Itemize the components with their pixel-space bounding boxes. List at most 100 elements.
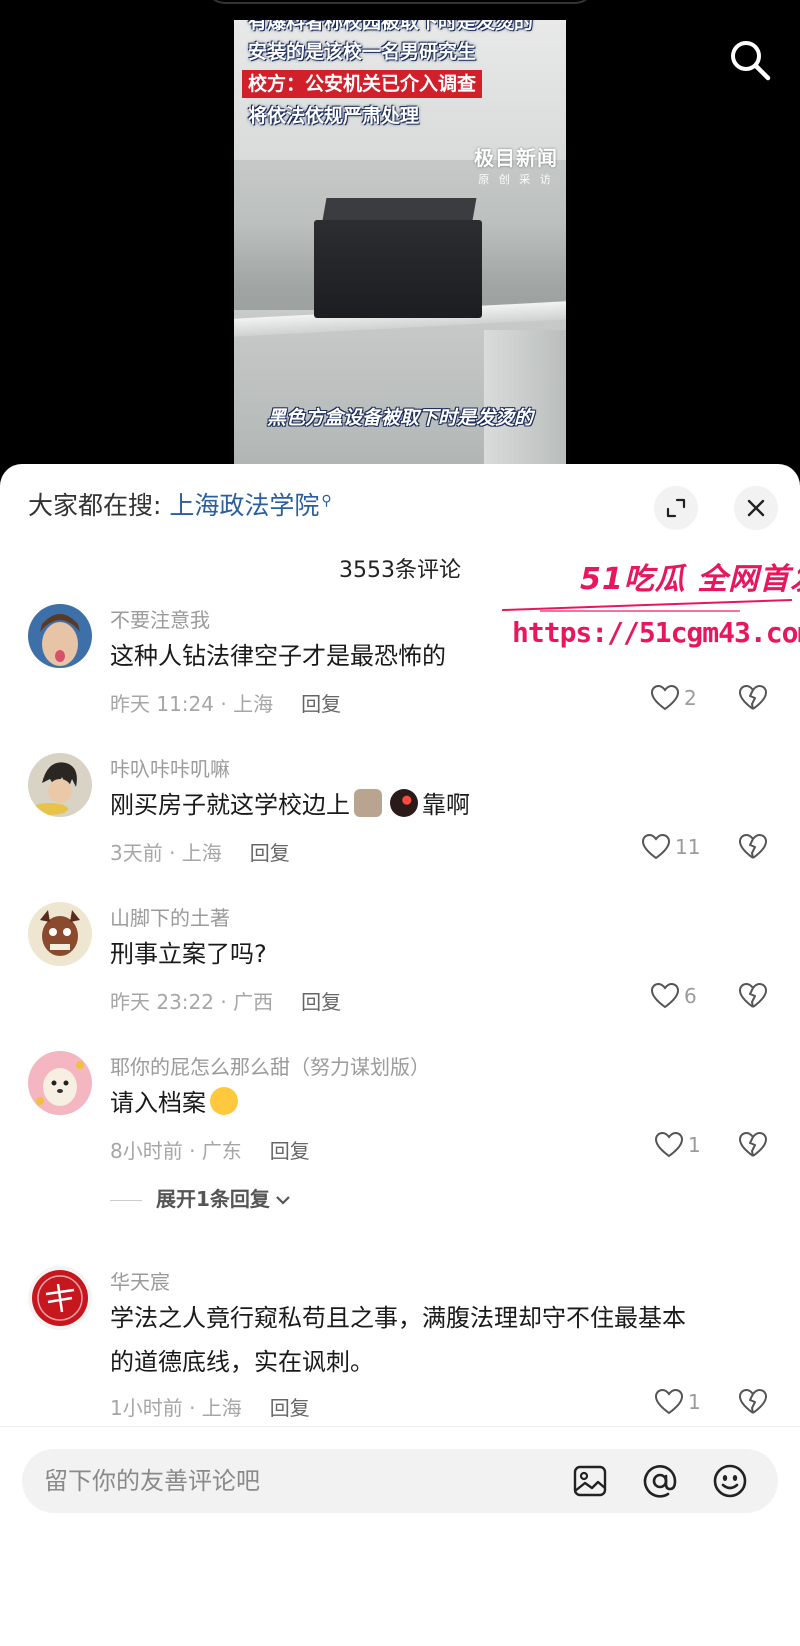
comment-text-part-1: 请入档案 bbox=[110, 1089, 206, 1117]
expand-replies-button[interactable]: 展开1条回复 bbox=[110, 1183, 292, 1212]
comment-input[interactable]: 留下你的友善评论吧 bbox=[22, 1449, 778, 1513]
avatar[interactable] bbox=[28, 1051, 92, 1115]
comment-username[interactable]: 耶你的屁怎么那么甜（努力谋划版） bbox=[110, 1051, 430, 1080]
like-button[interactable]: 6 bbox=[650, 982, 697, 1010]
wolf-emoji-icon bbox=[354, 789, 382, 817]
like-count: 2 bbox=[684, 686, 697, 710]
broken-heart-icon bbox=[739, 1132, 767, 1157]
dislike-button[interactable] bbox=[738, 833, 768, 865]
reply-button[interactable]: 回复 bbox=[250, 841, 290, 865]
comment-text-part-1: 刚买房子就这学校边上 bbox=[110, 791, 350, 819]
news-brand-logo: 极目新闻 原 创 采 访 bbox=[474, 142, 558, 187]
trending-search[interactable]: 大家都在搜: 上海政法学院 ⚲ bbox=[28, 486, 332, 522]
like-count: 1 bbox=[688, 1390, 701, 1414]
close-button[interactable] bbox=[734, 486, 778, 530]
at-sign-icon bbox=[643, 1465, 677, 1498]
black-box-device bbox=[314, 190, 482, 318]
avatar[interactable] bbox=[28, 1266, 92, 1330]
watermark: 51吃瓜 全网首发 https://51cgm43.com bbox=[500, 554, 800, 664]
dislike-button[interactable] bbox=[738, 684, 768, 716]
video-caption-1: 有爆料者称校园被取下时是发烫的 bbox=[248, 20, 534, 33]
comment-input-placeholder: 留下你的友善评论吧 bbox=[44, 1467, 260, 1495]
comment-meta: 3天前 · 上海 回复 bbox=[110, 837, 290, 866]
comment-text-line-2: 的道德底线，实在讽刺。 bbox=[110, 1348, 374, 1376]
news-brand-sub: 原 创 采 访 bbox=[478, 173, 554, 186]
like-button[interactable]: 1 bbox=[654, 1388, 701, 1416]
dislike-button[interactable] bbox=[738, 982, 768, 1014]
comment-meta: 昨天 23:22 · 广西 回复 bbox=[110, 986, 341, 1015]
like-count: 1 bbox=[688, 1133, 701, 1157]
comment-meta: 8小时前 · 广东 回复 bbox=[110, 1135, 310, 1164]
reply-button[interactable]: 回复 bbox=[301, 692, 341, 716]
broken-heart-icon bbox=[739, 834, 767, 859]
comment-time-location: 1小时前 · 上海 bbox=[110, 1396, 242, 1420]
video-player[interactable]: 有爆料者称校园被取下时是发烫的 安装的是该校一名男研究生 校方：公安机关已介入调… bbox=[0, 0, 800, 470]
news-brand-name: 极目新闻 bbox=[474, 146, 558, 170]
video-bottom-caption: 黑色方盒设备被取下时是发烫的 bbox=[266, 407, 533, 429]
comment-time-location: 3天前 · 上海 bbox=[110, 841, 222, 865]
image-icon bbox=[573, 1465, 607, 1497]
broken-heart-icon bbox=[739, 983, 767, 1008]
comment-text: 刚买房子就这学校边上 靠啊 bbox=[110, 783, 470, 827]
comment-time-location: 昨天 11:24 · 上海 bbox=[110, 692, 274, 716]
heart-icon bbox=[650, 982, 680, 1009]
reply-button[interactable]: 回复 bbox=[270, 1139, 310, 1163]
comment-username[interactable]: 不要注意我 bbox=[110, 604, 210, 633]
like-button[interactable]: 11 bbox=[641, 833, 700, 861]
avatar[interactable] bbox=[28, 604, 92, 668]
like-count: 11 bbox=[675, 835, 701, 859]
close-icon bbox=[747, 499, 765, 517]
comment-time-location: 昨天 23:22 · 广西 bbox=[110, 990, 274, 1014]
broken-heart-icon bbox=[739, 1389, 767, 1414]
mention-button[interactable] bbox=[640, 1461, 680, 1501]
expand-replies-label: 展开1条回复 bbox=[156, 1187, 270, 1211]
like-button[interactable]: 1 bbox=[654, 1131, 701, 1159]
expand-button[interactable] bbox=[654, 486, 698, 530]
emoji-button[interactable] bbox=[710, 1461, 750, 1501]
comment-username[interactable]: 华天宸 bbox=[110, 1266, 170, 1295]
bomb-emoji-icon bbox=[390, 789, 418, 817]
video-caption-2: 安装的是该校一名男研究生 bbox=[248, 41, 477, 63]
like-count: 6 bbox=[684, 984, 697, 1008]
heart-icon bbox=[641, 833, 671, 860]
like-button[interactable]: 2 bbox=[650, 684, 697, 712]
watermark-brand: 51吃瓜 全网首发 bbox=[580, 562, 800, 597]
comment-username[interactable]: 山脚下的土著 bbox=[110, 902, 230, 931]
smiley-icon bbox=[713, 1464, 747, 1498]
smile-emoji-icon bbox=[210, 1087, 238, 1115]
trending-keyword[interactable]: 上海政法学院 bbox=[169, 491, 319, 520]
search-icon bbox=[731, 41, 771, 81]
comment-input-bar: 留下你的友善评论吧 bbox=[0, 1426, 800, 1646]
image-button[interactable] bbox=[570, 1461, 610, 1501]
partition-pillar bbox=[484, 330, 566, 470]
comment-meta: 昨天 11:24 · 上海 回复 bbox=[110, 688, 341, 717]
comment-text: 这种人钻法律空子才是最恐怖的 bbox=[110, 642, 446, 670]
watermark-url: https://51cgm43.com bbox=[512, 616, 800, 649]
avatar[interactable] bbox=[28, 902, 92, 966]
heart-icon bbox=[654, 1388, 684, 1415]
search-small-icon: ⚲ bbox=[321, 492, 332, 509]
comment-text: 请入档案 bbox=[110, 1081, 242, 1125]
video-frame: 有爆料者称校园被取下时是发烫的 安装的是该校一名男研究生 校方：公安机关已介入调… bbox=[234, 20, 566, 470]
heart-icon bbox=[650, 684, 680, 711]
search-button[interactable] bbox=[726, 36, 774, 84]
broken-heart-icon bbox=[739, 685, 767, 710]
status-notch bbox=[205, 0, 595, 4]
avatar[interactable] bbox=[28, 753, 92, 817]
video-caption-3: 校方：公安机关已介入调查 bbox=[242, 70, 483, 98]
expand-icon bbox=[666, 498, 686, 518]
dislike-button[interactable] bbox=[738, 1388, 768, 1420]
chevron-down-icon bbox=[276, 1196, 290, 1205]
comment-text: 刑事立案了吗? bbox=[110, 940, 267, 968]
comment-meta: 1小时前 · 上海 回复 bbox=[110, 1392, 310, 1421]
comment-text-line-1: 学法之人竟行窥私苟且之事，满腹法理却守不住最基本 bbox=[110, 1304, 686, 1332]
comment-username[interactable]: 咔叺咔咔叽嘛 bbox=[110, 753, 230, 782]
dislike-button[interactable] bbox=[738, 1131, 768, 1163]
trending-label: 大家都在搜: bbox=[28, 491, 162, 520]
video-caption-4: 将依法依规严肃处理 bbox=[248, 105, 420, 127]
reply-button[interactable]: 回复 bbox=[270, 1396, 310, 1420]
reply-button[interactable]: 回复 bbox=[301, 990, 341, 1014]
comment-text-part-2: 靠啊 bbox=[422, 791, 470, 819]
comment-time-location: 8小时前 · 广东 bbox=[110, 1139, 242, 1163]
heart-icon bbox=[654, 1131, 684, 1158]
